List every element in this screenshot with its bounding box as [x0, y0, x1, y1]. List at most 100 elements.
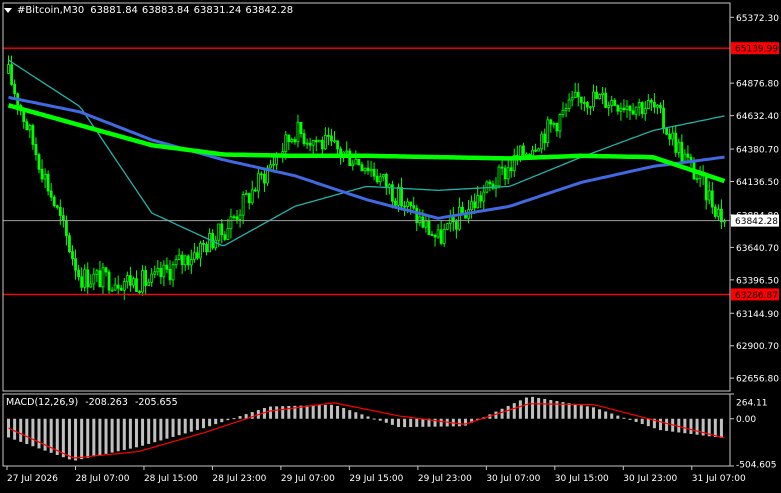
candle-body: [61, 215, 65, 222]
candles-group: [7, 55, 726, 300]
candle-body: [674, 132, 678, 153]
candle-body: [238, 214, 242, 220]
price-tick-label: 64632.40: [736, 112, 779, 122]
dropdown-triangle-icon[interactable]: [4, 7, 12, 13]
candle-body: [144, 270, 148, 286]
price-pane[interactable]: [3, 47, 730, 300]
candle-body: [153, 271, 157, 275]
candle-body: [150, 273, 154, 283]
candle-body: [522, 145, 525, 156]
candle-body: [595, 91, 598, 100]
candle-body: [333, 140, 336, 143]
candle-body: [25, 121, 29, 131]
candle-body: [592, 91, 595, 108]
candle-body: [604, 92, 608, 108]
macd-bar: [366, 416, 370, 419]
macd-bar: [214, 418, 218, 425]
close-value: 63842.28: [245, 4, 294, 16]
macd-name: MACD(12,26,9): [6, 397, 79, 408]
candle-body: [7, 64, 10, 74]
macd-bar: [116, 418, 120, 452]
candle-body: [552, 123, 556, 125]
candle-body: [375, 175, 379, 183]
candle-body: [421, 216, 425, 228]
macd-bar: [159, 418, 163, 441]
candle-body: [439, 229, 443, 244]
candle-body: [229, 216, 233, 230]
macd-bar: [378, 418, 382, 421]
macd-bar: [195, 418, 199, 430]
candle-body: [165, 264, 169, 270]
candle-body: [119, 287, 123, 291]
candle-body: [555, 123, 559, 132]
candle-body: [314, 139, 318, 143]
candle-body: [458, 206, 461, 230]
candle-body: [665, 127, 668, 135]
candle-body: [637, 102, 641, 108]
candle-body: [253, 189, 257, 192]
candle-body: [327, 135, 330, 137]
candle-body: [156, 267, 160, 273]
candle-body: [354, 158, 358, 165]
macd-bar: [110, 418, 114, 453]
macd-bar: [439, 418, 443, 427]
candle-body: [31, 125, 35, 145]
macd-bar: [549, 399, 553, 419]
candle-body: [433, 234, 437, 238]
candle-body: [473, 201, 477, 209]
candle-body: [296, 121, 300, 143]
macd-bar: [604, 411, 608, 419]
candle-body: [628, 105, 632, 112]
candle-body: [241, 194, 245, 216]
candle-body: [196, 252, 199, 259]
candle-body: [348, 150, 352, 167]
candle-body: [10, 64, 13, 85]
candle-body: [208, 233, 211, 253]
candle-body: [256, 173, 260, 192]
macd-bar: [208, 418, 212, 427]
macd-bar: [86, 418, 90, 458]
candle-body: [582, 102, 586, 104]
trading-chart[interactable]: 65372.30 64876.80 64632.40 64380.70 64136.50…: [0, 0, 781, 489]
candle-body: [65, 220, 68, 237]
macd-bar: [226, 418, 230, 421]
candle-body: [125, 275, 129, 283]
candle-body: [192, 252, 196, 260]
candle-body: [86, 269, 90, 288]
macd-bar: [189, 418, 193, 432]
macd-bar: [719, 418, 723, 438]
candle-body: [83, 269, 87, 288]
support-price-label: 63286.87: [735, 291, 778, 301]
time-tick-label: 29 Jul 07:00: [281, 474, 335, 484]
candle-body: [683, 153, 687, 162]
candle-body: [202, 242, 205, 245]
candle-body: [372, 168, 376, 177]
price-tick-label: 64380.70: [736, 146, 779, 156]
high-value: 63883.84: [141, 4, 190, 16]
candle-body: [476, 195, 480, 209]
macd-signal-value: -205.655: [134, 397, 178, 408]
candle-body: [290, 139, 294, 143]
time-tick-label: 30 Jul 23:00: [623, 474, 677, 484]
macd-bar: [13, 418, 17, 440]
candle-body: [37, 154, 41, 170]
candle-body: [77, 269, 80, 278]
candle-body: [720, 208, 723, 223]
candle-body: [528, 153, 531, 157]
candle-body: [323, 135, 327, 150]
chart-canvas[interactable]: 65372.30 64876.80 64632.40 64380.70 64136.50…: [0, 0, 781, 489]
candle-body: [345, 150, 349, 153]
macd-bar: [646, 418, 650, 427]
candle-body: [579, 96, 583, 103]
macd-bar: [585, 406, 589, 419]
candle-body: [366, 167, 370, 172]
candle-body: [619, 107, 623, 112]
macd-bar: [591, 407, 595, 419]
candle-body: [357, 158, 361, 166]
macd-bar: [598, 409, 602, 419]
candle-body: [506, 167, 510, 180]
macd-bar: [658, 418, 662, 431]
macd-bar: [689, 418, 693, 434]
candle-body: [46, 173, 50, 192]
candle-body: [558, 114, 562, 132]
